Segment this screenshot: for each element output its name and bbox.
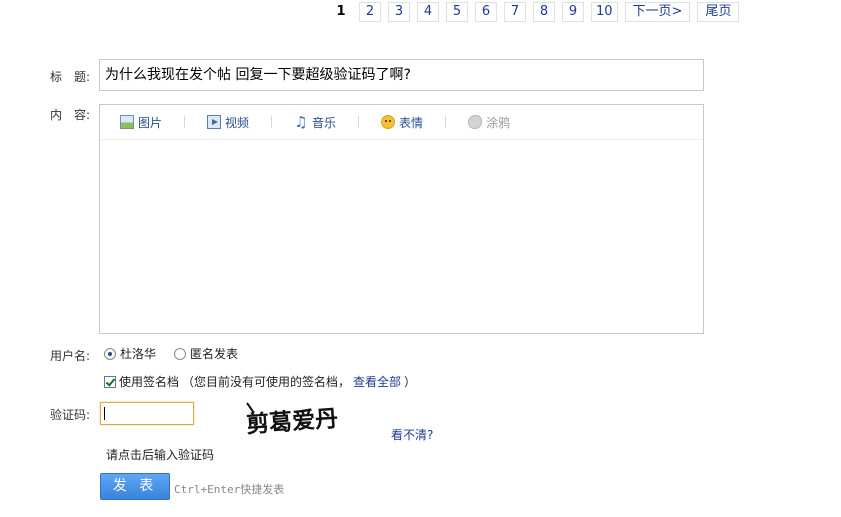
signature-row: 使用签名档 （您目前没有可使用的签名档， 查看全部 ） [104,373,416,390]
paint-palette-icon [468,115,483,129]
signature-note: （您目前没有可使用的签名档， [182,375,351,389]
submit-post-button[interactable]: 发 表 [100,473,170,500]
captcha-text: 剪葛爱丹 [245,405,339,435]
page-9-link[interactable]: 9 [562,2,584,22]
insert-music-button[interactable]: ♫ 音乐 [294,114,336,131]
username-options: 杜洛华 匿名发表 [104,345,238,362]
insert-graffiti-label: 涂鸦 [486,115,511,130]
last-page-link[interactable]: 尾页 [697,2,740,22]
captcha-input[interactable] [100,402,194,425]
insert-video-label: 视频 [225,115,250,130]
shortcut-hint: Ctrl+Enter快捷发表 [174,483,285,496]
username-option-label[interactable]: 杜洛华 [120,345,156,362]
toolbar-divider [358,116,360,128]
toolbar-divider [271,116,273,128]
page-7-link[interactable]: 7 [504,2,526,22]
captcha-image[interactable]: 剪葛爱丹 [244,397,348,435]
page-3-link[interactable]: 3 [388,2,410,22]
editor-toolbar: 图片 视频 ♫ 音乐 表情 涂鸦 [100,105,703,140]
page-10-link[interactable]: 10 [591,2,618,22]
page-5-link[interactable]: 5 [446,2,468,22]
toolbar-divider [184,116,186,128]
view-all-signatures-link[interactable]: 查看全部 [353,373,401,390]
captcha-refresh-link[interactable]: 看不清? [391,426,433,443]
insert-picture-button[interactable]: 图片 [120,114,162,131]
pagination: 1 2 3 4 5 6 7 8 9 10 下一页> 尾页 [330,1,740,23]
picture-icon [120,115,134,129]
use-signature-label[interactable]: 使用签名档 [119,373,179,390]
insert-music-label: 音乐 [312,115,337,130]
insert-emoticon-label: 表情 [399,115,424,130]
captcha-hint: 请点击后输入验证码 [106,448,215,462]
toolbar-divider [445,116,447,128]
username-label: 用户名: [50,349,91,363]
page-4-link[interactable]: 4 [417,2,439,22]
insert-emoticon-button[interactable]: 表情 [381,114,423,131]
video-icon [207,115,222,129]
smiley-icon [381,115,396,129]
page-1-current: 1 [330,2,352,22]
use-signature-checkbox[interactable] [104,375,116,388]
content-editor[interactable]: 图片 视频 ♫ 音乐 表情 涂鸦 [99,104,704,334]
page-6-link[interactable]: 6 [475,2,497,22]
insert-picture-label: 图片 [138,115,163,130]
username-radio[interactable] [104,347,116,360]
title-input[interactable]: 为什么我现在发个帖 回复一下要超级验证码了啊? [99,59,704,91]
next-page-link[interactable]: 下一页> [624,2,691,22]
title-label: 标 题: [50,70,91,84]
insert-graffiti-button[interactable]: 涂鸦 [468,114,510,131]
page-2-link[interactable]: 2 [359,2,381,22]
insert-video-button[interactable]: 视频 [207,114,249,131]
signature-note-end: ） [404,375,417,389]
anonymous-radio[interactable] [174,347,187,360]
page-8-link[interactable]: 8 [533,2,555,22]
music-note-icon: ♫ [294,113,308,131]
anonymous-option-label[interactable]: 匿名发表 [190,345,238,362]
content-label: 内 容: [50,108,91,122]
captcha-label: 验证码: [50,408,91,422]
